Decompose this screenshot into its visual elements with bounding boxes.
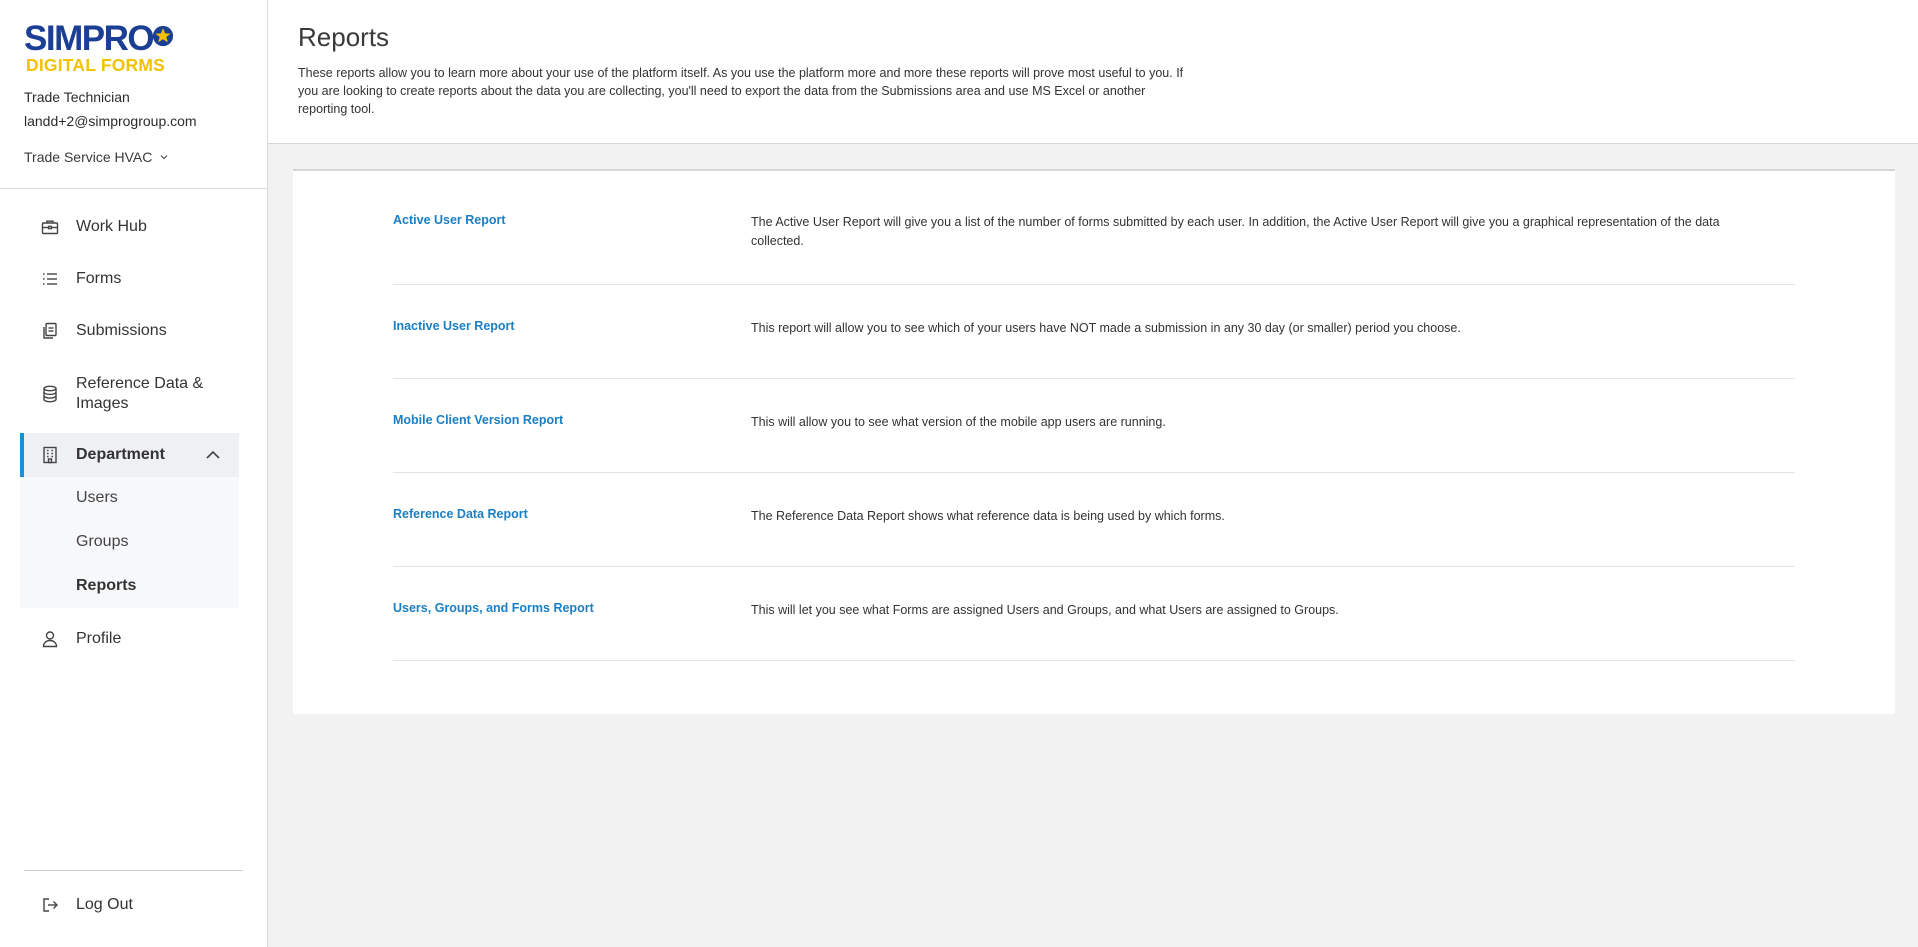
logo-star-icon (152, 25, 174, 47)
sidebar-item-label: Profile (76, 630, 122, 647)
report-link-users-groups-forms[interactable]: Users, Groups, and Forms Report (393, 601, 594, 615)
sidebar-item-reference-data[interactable]: Reference Data & Images (20, 372, 239, 416)
report-row: Mobile Client Version Report This will a… (393, 379, 1795, 473)
sidebar-item-work-hub[interactable]: Work Hub (20, 214, 239, 240)
report-description: This report will allow you to see which … (751, 321, 1461, 335)
sidebar-item-label: Work Hub (76, 218, 147, 235)
logo-text-top: SIMPRO (24, 19, 155, 58)
report-row: Reference Data Report The Reference Data… (393, 473, 1795, 567)
report-link-mobile-client-version[interactable]: Mobile Client Version Report (393, 413, 563, 427)
building-icon (40, 445, 60, 465)
logo-wordmark: SIMPRO (24, 20, 174, 58)
report-link-inactive-user[interactable]: Inactive User Report (393, 319, 515, 333)
sidebar-subitem-users[interactable]: Users (76, 489, 118, 507)
report-description: The Reference Data Report shows what ref… (751, 509, 1225, 523)
report-row: Active User Report The Active User Repor… (393, 171, 1795, 285)
list-icon (40, 269, 60, 289)
report-row: Users, Groups, and Forms Report This wil… (393, 567, 1795, 661)
page-description: These reports allow you to learn more ab… (298, 66, 1184, 116)
reports-card: Active User Report The Active User Repor… (293, 169, 1895, 714)
sidebar-item-label: Reference Data & Images (76, 375, 204, 412)
sidebar-divider (0, 188, 267, 189)
page-title: Reports (298, 22, 390, 52)
page-header: Reports These reports allow you to learn… (268, 0, 1918, 144)
report-link-reference-data[interactable]: Reference Data Report (393, 507, 528, 521)
logout-label: Log Out (76, 896, 133, 913)
report-description: The Active User Report will give you a l… (751, 215, 1720, 248)
simpro-logo[interactable]: SIMPRO DIGITAL FORMS (24, 20, 184, 76)
user-icon (40, 629, 60, 649)
sidebar-item-forms[interactable]: Forms (20, 266, 239, 292)
sidebar: SIMPRO DIGITAL FORMS Trade Technician la… (0, 0, 268, 947)
briefcase-icon (40, 217, 60, 237)
sidebar-item-label: Department (76, 446, 165, 463)
user-role: Trade Technician (24, 89, 130, 105)
company-selector[interactable]: Trade Service HVAC (24, 149, 169, 165)
department-group: Department Users Groups Reports (20, 433, 239, 608)
logout-button[interactable]: Log Out (20, 892, 239, 918)
user-email: landd+2@simprogroup.com (24, 113, 197, 129)
database-icon (40, 384, 60, 404)
sidebar-subitem-reports[interactable]: Reports (76, 577, 136, 595)
report-link-active-user[interactable]: Active User Report (393, 213, 506, 227)
sidebar-item-profile[interactable]: Profile (20, 626, 239, 652)
sidebar-subitem-groups[interactable]: Groups (76, 533, 128, 551)
logout-icon (40, 895, 60, 915)
chevron-up-icon[interactable] (205, 447, 221, 463)
report-description: This will let you see what Forms are ass… (751, 603, 1339, 617)
company-name: Trade Service HVAC (24, 149, 153, 165)
copy-documents-icon (40, 321, 60, 341)
sidebar-bottom-divider (24, 870, 243, 871)
sidebar-item-submissions[interactable]: Submissions (20, 318, 239, 344)
report-description: This will allow you to see what version … (751, 415, 1166, 429)
sidebar-item-label: Forms (76, 270, 122, 287)
chevron-down-icon (160, 155, 168, 160)
logo-text-bottom: DIGITAL FORMS (26, 55, 166, 75)
sidebar-item-department[interactable]: Department (20, 433, 239, 477)
report-row: Inactive User Report This report will al… (393, 285, 1795, 379)
sidebar-item-label: Submissions (76, 322, 167, 339)
